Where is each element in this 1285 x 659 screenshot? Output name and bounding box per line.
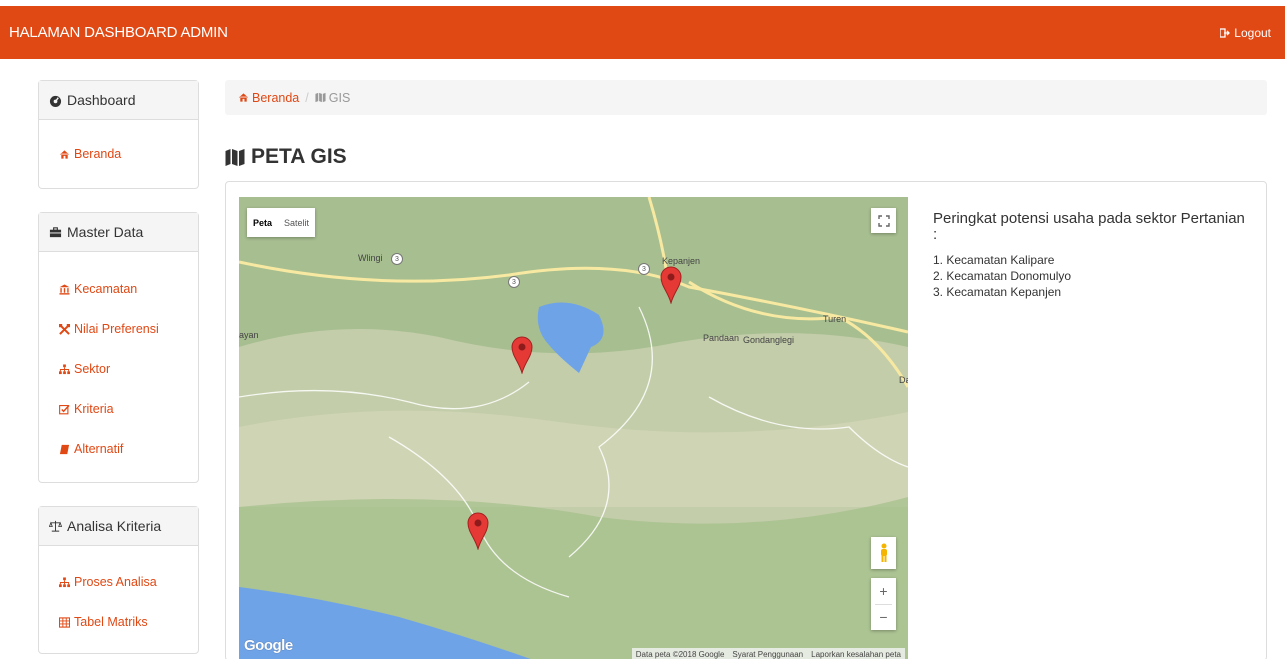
sidebar-item-alternatif[interactable]: Alternatif — [59, 429, 198, 469]
map-label-da: Da — [899, 375, 908, 385]
route-badge: 3 — [638, 263, 650, 275]
fullscreen-button[interactable] — [871, 208, 896, 233]
sitemap-icon — [59, 363, 70, 374]
home-icon — [238, 93, 249, 102]
crossed-arrows-icon — [59, 323, 70, 335]
sidebar-item-label: Kecamatan — [74, 282, 138, 296]
home-icon — [59, 149, 70, 159]
analisa-panel-title: Analisa Kriteria — [67, 518, 162, 534]
map-label-kepanjen: Kepanjen — [662, 256, 701, 266]
pegman-icon — [880, 543, 887, 562]
content-panel: Wlingi Kepanjen Pandaan Gondanglegi Ture… — [225, 181, 1267, 659]
map-type-peta-button[interactable]: Peta — [247, 218, 278, 228]
route-badge: 3 — [508, 276, 520, 288]
sidebar-item-label: Tabel Matriks — [74, 615, 148, 629]
breadcrumb: Beranda / GIS — [225, 80, 1267, 115]
breadcrumb-separator: / — [305, 90, 309, 105]
sidebar-item-label: Sektor — [74, 362, 111, 376]
sidebar-item-beranda[interactable]: Beranda — [59, 134, 198, 174]
briefcase-icon — [49, 226, 62, 237]
sidebar-item-proses-analisa[interactable]: Proses Analisa — [59, 562, 198, 602]
master-data-panel-title: Master Data — [67, 224, 144, 240]
map-icon — [225, 148, 245, 166]
gis-map[interactable]: Wlingi Kepanjen Pandaan Gondanglegi Ture… — [239, 197, 908, 659]
map-label-gondanglegi: Gondanglegi — [743, 335, 795, 345]
app-title: HALAMAN DASHBOARD ADMIN — [9, 24, 228, 41]
ranking-item: 3. Kecamatan Kepanjen — [933, 285, 1062, 299]
page-title: PETA GIS — [225, 142, 1267, 172]
table-icon — [59, 616, 70, 628]
report-error-link[interactable]: Laporkan kesalahan peta — [811, 650, 901, 659]
sidebar-item-sektor[interactable]: Sektor — [59, 349, 198, 389]
page-title-text: PETA GIS — [251, 145, 347, 168]
dashboard-panel-header: Dashboard — [39, 81, 198, 120]
ranking-info: Peringkat potensi usaha pada sektor Pert… — [933, 211, 1253, 300]
main-content: Beranda / GIS PETA GIS Wlingi Kepanjen P… — [225, 80, 1267, 659]
map-marker-kepanjen[interactable] — [660, 266, 682, 304]
logout-link[interactable]: Logout — [1220, 26, 1271, 40]
ranking-list: 1. Kecamatan Kalipare 2. Kecamatan Donom… — [933, 252, 1253, 300]
zoom-out-button[interactable]: − — [871, 605, 896, 631]
sidebar-item-tabel-matriks[interactable]: Tabel Matriks — [59, 602, 198, 642]
map-data-credit: Data peta ©2018 Google — [635, 650, 725, 659]
map-type-satelit-button[interactable]: Satelit — [278, 218, 315, 228]
dashboard-icon — [49, 95, 62, 107]
edit-check-icon — [59, 404, 70, 414]
zoom-control: + − — [871, 578, 896, 630]
breadcrumb-home-link[interactable]: Beranda — [238, 91, 299, 105]
map-marker-kalipare[interactable] — [511, 336, 533, 374]
analisa-panel: Analisa Kriteria Proses Analisa Tabel Ma… — [38, 506, 199, 654]
map-label-ayan: ayan — [239, 330, 259, 340]
map-type-control: Peta Satelit — [247, 208, 316, 237]
breadcrumb-current-label: GIS — [328, 90, 351, 105]
route-badge: 3 — [391, 253, 403, 265]
street-view-button[interactable] — [871, 537, 896, 569]
sitemap-icon — [59, 576, 70, 587]
ranking-item: 2. Kecamatan Donomulyo — [933, 269, 1072, 283]
breadcrumb-current: GIS — [315, 90, 351, 105]
map-label-pandaan: Pandaan — [703, 333, 740, 343]
map-label-wlingi: Wlingi — [358, 253, 383, 263]
sidebar: Dashboard Beranda Master Data Kecamatan … — [38, 80, 199, 659]
ranking-item: 1. Kecamatan Kalipare — [933, 253, 1055, 267]
sidebar-item-label: Kriteria — [74, 402, 114, 416]
sidebar-item-label: Beranda — [74, 147, 122, 161]
map-icon — [315, 92, 326, 103]
map-terrain — [239, 197, 908, 659]
bank-icon — [59, 283, 70, 295]
ranking-title: Peringkat potensi usaha pada sektor Pert… — [933, 210, 1245, 243]
logout-label: Logout — [1234, 25, 1271, 40]
sidebar-item-label: Nilai Preferensi — [74, 322, 159, 336]
sidebar-item-label: Alternatif — [74, 442, 124, 456]
master-data-panel: Master Data Kecamatan Nilai Preferensi S… — [38, 212, 199, 483]
balance-scale-icon — [49, 520, 62, 532]
sidebar-item-nilai-preferensi[interactable]: Nilai Preferensi — [59, 309, 198, 349]
map-marker-donomulyo[interactable] — [467, 512, 489, 550]
dashboard-panel: Dashboard Beranda — [38, 80, 199, 189]
analisa-panel-header: Analisa Kriteria — [39, 507, 198, 546]
map-label-turen: Turen — [823, 314, 847, 324]
sidebar-item-kriteria[interactable]: Kriteria — [59, 389, 198, 429]
zoom-in-button[interactable]: + — [871, 578, 896, 604]
sidebar-item-kecamatan[interactable]: Kecamatan — [59, 269, 198, 309]
sign-out-icon — [1220, 27, 1231, 38]
google-logo[interactable]: Google — [244, 637, 293, 654]
breadcrumb-home-label: Beranda — [252, 90, 300, 105]
map-attribution: Data peta ©2018 Google Syarat Penggunaan… — [631, 648, 905, 659]
sidebar-item-label: Proses Analisa — [74, 575, 157, 589]
fullscreen-icon — [877, 214, 890, 227]
book-icon — [59, 444, 70, 454]
dashboard-panel-title: Dashboard — [67, 92, 136, 108]
master-data-panel-header: Master Data — [39, 213, 198, 252]
terms-link[interactable]: Syarat Penggunaan — [732, 650, 803, 659]
top-navbar: HALAMAN DASHBOARD ADMIN Logout — [0, 6, 1285, 59]
